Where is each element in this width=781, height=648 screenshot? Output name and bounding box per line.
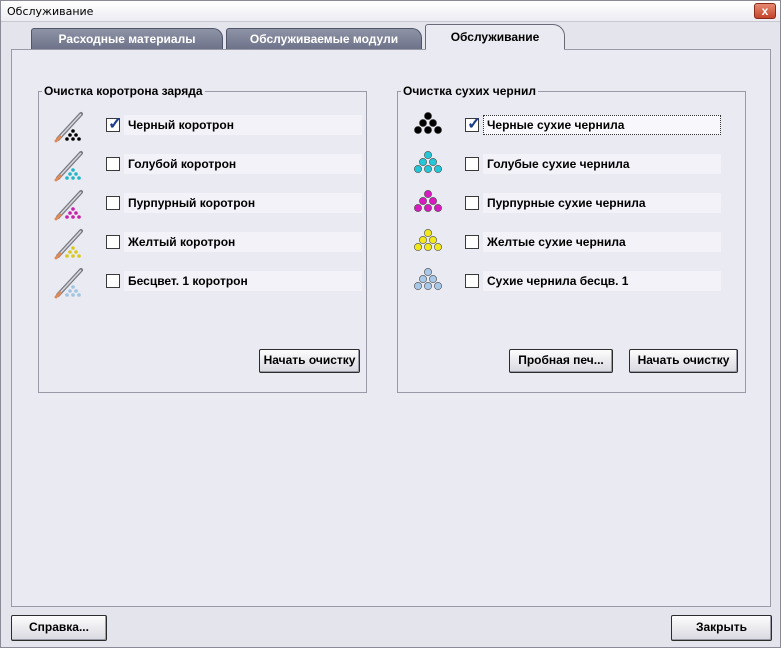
tab-serviceable-modules[interactable]: Обслуживаемые модули: [226, 28, 422, 50]
corotron-start-cleaning-button[interactable]: Начать очистку: [259, 349, 360, 373]
corotron-icon: [51, 226, 87, 260]
corotron-label: Черный коротрон: [124, 115, 362, 135]
corotron-checkbox[interactable]: [106, 196, 120, 210]
corotron-icon: [51, 265, 87, 299]
button-label: Пробная печ...: [518, 353, 604, 367]
corotron-row[interactable]: ✓ Черный коротрон: [39, 112, 362, 143]
ink-checkbox[interactable]: [465, 274, 479, 288]
sample-print-button[interactable]: Пробная печ...: [509, 349, 613, 373]
ink-checkbox[interactable]: [465, 157, 479, 171]
ink-row[interactable]: Желтые сухие чернила: [398, 229, 721, 254]
corotron-label: Голубой коротрон: [124, 154, 362, 174]
group-title: Очистка коротрона заряда: [42, 84, 205, 98]
checkmark-icon: ✓: [108, 114, 123, 133]
ink-dots-icon: [410, 148, 446, 182]
tab-label: Обслуживаемые модули: [249, 32, 399, 46]
corotron-row[interactable]: Бесцвет. 1 коротрон: [39, 268, 362, 299]
group-title: Очистка сухих чернил: [401, 84, 539, 98]
corotron-row[interactable]: Желтый коротрон: [39, 229, 362, 260]
button-label: Начать очистку: [263, 353, 356, 367]
tab-label: Обслуживание: [450, 30, 540, 44]
ink-start-cleaning-button[interactable]: Начать очистку: [629, 349, 738, 373]
help-button[interactable]: Справка...: [11, 615, 107, 641]
ink-dots-icon: [410, 226, 446, 260]
corotron-label: Бесцвет. 1 коротрон: [124, 271, 362, 291]
corotron-checkbox[interactable]: ✓: [106, 114, 123, 133]
tab-consumables[interactable]: Расходные материалы: [31, 28, 223, 50]
ink-label: Пурпурные сухие чернила: [483, 193, 721, 213]
close-button[interactable]: Закрыть: [671, 615, 772, 641]
button-label: Справка...: [29, 620, 89, 634]
ink-label: Голубые сухие чернила: [483, 154, 721, 174]
dry-ink-cleaning-group: Очистка сухих чернил ✓ Черные сухие черни…: [397, 84, 746, 393]
corotron-checkbox[interactable]: [106, 157, 120, 171]
close-icon: x: [761, 4, 769, 18]
corotron-label: Пурпурный коротрон: [124, 193, 362, 213]
ink-checkbox[interactable]: [465, 235, 479, 249]
window-title: Обслуживание: [7, 5, 94, 18]
tab-label: Расходные материалы: [58, 32, 196, 46]
corotron-label: Желтый коротрон: [124, 232, 362, 252]
corotron-row[interactable]: Голубой коротрон: [39, 151, 362, 182]
button-label: Закрыть: [695, 620, 748, 634]
ink-checkbox[interactable]: ✓: [465, 114, 482, 133]
maintenance-window: Обслуживание x Расходные материалы Обслу…: [0, 0, 781, 648]
checkmark-icon: ✓: [467, 114, 482, 133]
corotron-icon: [51, 109, 87, 143]
close-window-button[interactable]: x: [754, 3, 776, 19]
ink-row[interactable]: Пурпурные сухие чернила: [398, 190, 721, 215]
ink-checkbox[interactable]: [465, 196, 479, 210]
corotron-cleaning-group: Очистка коротрона заряда ✓ Черный коротро…: [38, 84, 367, 393]
title-bar: Обслуживание x: [1, 1, 780, 22]
ink-label: Черные сухие чернила: [483, 115, 721, 135]
corotron-icon: [51, 187, 87, 221]
ink-dots-icon: [410, 187, 446, 221]
ink-row[interactable]: Голубые сухие чернила: [398, 151, 721, 176]
corotron-icon: [51, 148, 87, 182]
corotron-row[interactable]: Пурпурный коротрон: [39, 190, 362, 221]
button-label: Начать очистку: [637, 353, 730, 367]
tab-maintenance[interactable]: Обслуживание: [425, 24, 565, 50]
ink-label: Сухие чернила бесцв. 1: [483, 271, 721, 291]
ink-row[interactable]: Сухие чернила бесцв. 1: [398, 268, 721, 293]
ink-dots-icon: [410, 109, 446, 143]
ink-label: Желтые сухие чернила: [483, 232, 721, 252]
ink-row[interactable]: ✓ Черные сухие чернила: [398, 112, 721, 137]
corotron-checkbox[interactable]: [106, 274, 120, 288]
ink-dots-icon: [410, 265, 446, 299]
corotron-checkbox[interactable]: [106, 235, 120, 249]
